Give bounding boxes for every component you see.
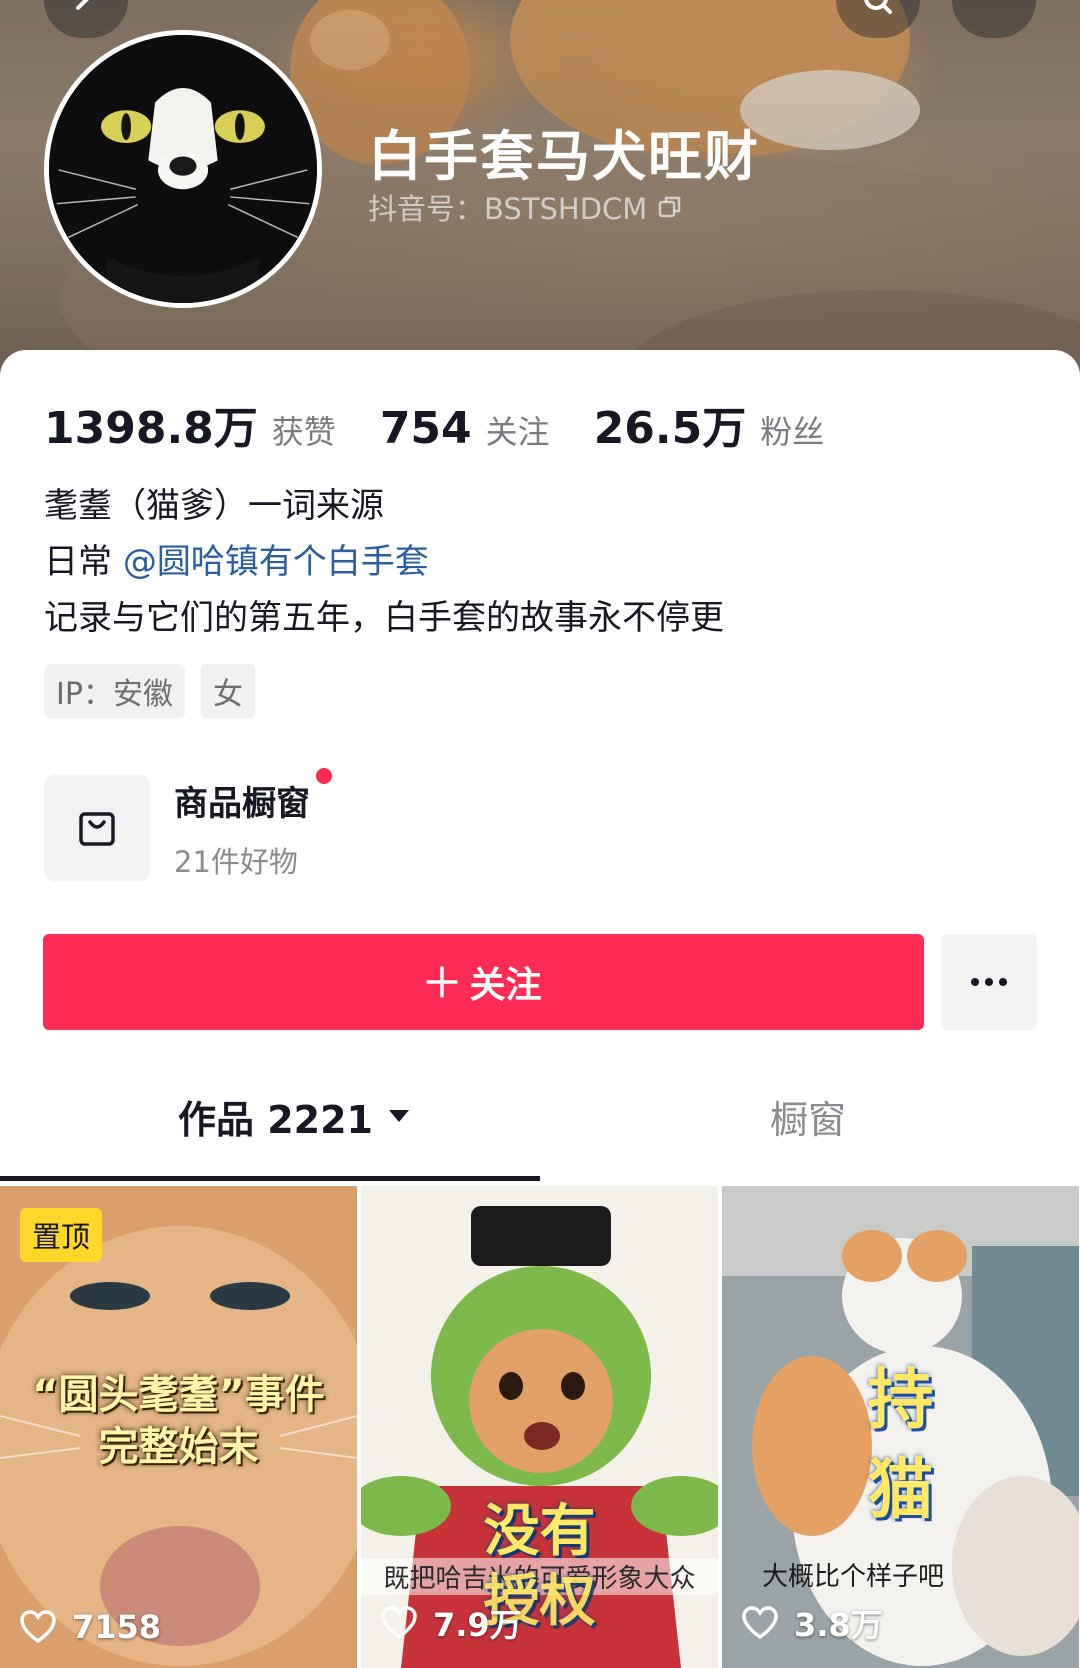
cat-avatar-image xyxy=(49,35,317,303)
shop-icon-box xyxy=(44,775,150,881)
bio-mention-link[interactable]: @圆哈镇有个白手套 xyxy=(123,542,429,582)
stat-following-value: 754 xyxy=(379,403,472,454)
pinned-badge: 置顶 xyxy=(20,1208,103,1262)
like-count-value: 7.9万 xyxy=(433,1606,522,1644)
content-tabs: 作品 2221 橱窗 xyxy=(0,1080,1080,1162)
caret-down-icon xyxy=(389,1110,409,1122)
heart-outline-icon xyxy=(20,1610,56,1644)
video-title-line-2: 猫 xyxy=(867,1451,934,1528)
heart-outline-icon xyxy=(742,1606,778,1640)
like-count-value: 7158 xyxy=(72,1608,162,1646)
plus-icon xyxy=(426,966,459,998)
douyin-id[interactable]: 抖音号：BSTSHDCM xyxy=(368,186,683,228)
bio-line-2-prefix: 日常 xyxy=(44,542,123,582)
video-tile[interactable]: 置顶 “圆头耄耋”事件 完整始末 7158 xyxy=(0,1186,357,1668)
follow-button-label: 关注 xyxy=(469,965,542,1006)
more-options-button[interactable] xyxy=(941,934,1037,1030)
heart-outline-icon xyxy=(381,1606,417,1640)
stat-followers-value: 26.5万 xyxy=(593,403,747,454)
shop-title-text: 商品橱窗 xyxy=(174,783,310,824)
stat-following-label: 关注 xyxy=(485,413,550,451)
video-grid: 置顶 “圆头耄耋”事件 完整始末 7158 没有 既把哈吉米的可爱形象大众 授权… xyxy=(0,1186,1080,1668)
shop-subtitle: 21件好物 xyxy=(174,844,298,879)
bio-line-2: 日常 @圆哈镇有个白手套 xyxy=(44,534,724,590)
tab-works-label: 作品 2221 xyxy=(178,1097,373,1142)
tab-works[interactable]: 作品 2221 xyxy=(178,1080,411,1152)
video-title-line-1: “圆头耄耋”事件 xyxy=(32,1372,325,1418)
profile-banner: 白手套马犬旺财 抖音号：BSTSHDCM xyxy=(0,0,1080,400)
profile-card: 1398.8万 获赞 754 关注 26.5万 粉丝 耄耋（猫爹）一词来源 日常… xyxy=(0,350,1080,1668)
follow-button[interactable]: 关注 xyxy=(43,934,924,1030)
video-title-line-1: 持 xyxy=(867,1361,934,1438)
like-count: 7.9万 xyxy=(381,1600,522,1646)
ellipsis-icon xyxy=(971,978,1007,986)
stat-likes[interactable]: 1398.8万 获赞 xyxy=(44,392,336,456)
active-tab-indicator xyxy=(0,1176,540,1181)
stat-followers-label: 粉丝 xyxy=(760,413,825,451)
like-count-value: 3.8万 xyxy=(794,1606,883,1644)
profile-nickname: 白手套马犬旺财 xyxy=(368,125,760,188)
ip-location-tag: IP：安徽 xyxy=(44,664,185,718)
shop-window-entry[interactable]: 商品橱窗 21件好物 xyxy=(44,767,644,882)
profile-bio: 耄耋（猫爹）一词来源 日常 @圆哈镇有个白手套 记录与它们的第五年，白手套的故事… xyxy=(44,478,724,646)
shopping-bag-icon xyxy=(79,812,115,846)
stat-followers[interactable]: 26.5万 粉丝 xyxy=(594,392,825,456)
gender-tag: 女 xyxy=(200,664,255,718)
video-title-line-1: 没有 xyxy=(483,1499,596,1564)
bio-line-1: 耄耋（猫爹）一词来源 xyxy=(44,486,384,526)
like-count: 7158 xyxy=(20,1608,161,1646)
stat-likes-value: 1398.8万 xyxy=(44,403,258,454)
video-tile[interactable]: 持 猫 大概比个样子吧 3.8万 xyxy=(722,1186,1079,1668)
avatar[interactable] xyxy=(44,30,322,308)
profile-tags: IP：安徽 女 xyxy=(44,664,255,718)
bio-line-3: 记录与它们的第五年，白手套的故事永不停更 xyxy=(44,598,724,638)
copy-icon[interactable] xyxy=(657,194,683,220)
video-tile[interactable]: 没有 既把哈吉米的可爱形象大众 授权 7.9万 xyxy=(361,1186,718,1668)
profile-stats: 1398.8万 获赞 754 关注 26.5万 粉丝 xyxy=(44,392,868,456)
notification-dot xyxy=(316,767,332,784)
chevron-left-icon xyxy=(76,0,89,10)
shop-title: 商品橱窗 xyxy=(174,767,332,825)
tab-shop-window[interactable]: 橱窗 xyxy=(770,1080,846,1152)
stat-likes-label: 获赞 xyxy=(271,413,336,451)
shop-text: 商品橱窗 21件好物 xyxy=(174,767,332,881)
video-caption: 大概比个样子吧 xyxy=(762,1562,945,1592)
video-title-line-2: 完整始末 xyxy=(98,1424,259,1470)
stat-following[interactable]: 754 关注 xyxy=(380,403,550,454)
like-count: 3.8万 xyxy=(742,1600,883,1646)
search-icon xyxy=(864,0,892,14)
douyin-id-text: 抖音号：BSTSHDCM xyxy=(368,192,648,226)
